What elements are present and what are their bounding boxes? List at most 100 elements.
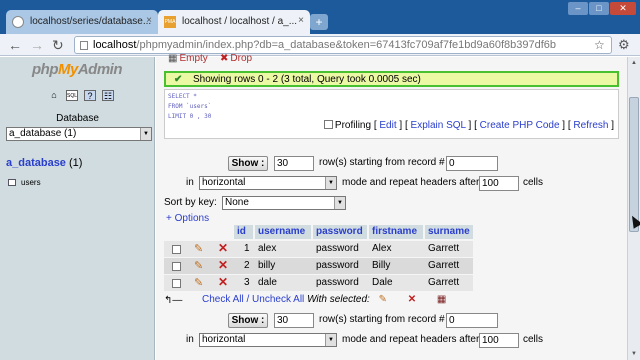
scroll-down-icon[interactable]: ▼ <box>628 348 640 360</box>
cell-surname: Garrett <box>428 277 460 288</box>
table-row[interactable]: ✎ ✕ 1 alex password Alex Garrett <box>164 241 473 257</box>
cells-label-bottom: cells <box>523 334 544 345</box>
drop-table-icon: ✖ <box>220 53 229 64</box>
sql-line: FROM `users` <box>168 103 212 110</box>
current-database[interactable]: a_database (1) <box>6 157 82 169</box>
rows-count-input-bottom[interactable]: 30 <box>274 313 314 328</box>
check-all-link[interactable]: Check All <box>202 294 244 305</box>
row-checkbox[interactable] <box>172 279 181 288</box>
cell-password: password <box>316 277 359 288</box>
export-icon[interactable]: ▦ <box>437 294 446 305</box>
delete-row-icon[interactable]: ✕ <box>218 275 228 289</box>
documentation-icon[interactable]: ☷ <box>102 90 114 101</box>
scrollbar-thumb[interactable] <box>629 97 639 232</box>
edit-query-link[interactable]: Edit <box>379 120 396 131</box>
address-bar[interactable]: localhost/phpmyadmin/index.php?db=a_data… <box>74 36 612 54</box>
table-row[interactable]: ✎ ✕ 3 dale password Dale Garrett <box>164 275 473 291</box>
column-header-firstname[interactable]: firstname <box>369 225 423 239</box>
explain-sql-link[interactable]: Explain SQL <box>411 120 466 131</box>
drop-link[interactable]: ✖ Drop <box>220 53 252 64</box>
column-header-password[interactable]: password <box>313 225 367 239</box>
database-select[interactable]: a_database (1) ▼ <box>6 127 152 141</box>
start-record-input-top[interactable]: 0 <box>446 156 498 171</box>
forward-arrow-icon[interactable]: → <box>30 37 44 53</box>
cell-id: 1 <box>244 243 250 254</box>
browser-tabstrip: localhost/series/database... × PMA local… <box>0 0 640 34</box>
column-header-id[interactable]: id <box>234 225 253 239</box>
phpmyadmin-favicon-icon: PMA <box>164 16 176 28</box>
rows-label-top: row(s) starting from record # <box>319 157 445 168</box>
table-icon[interactable] <box>8 179 16 187</box>
new-tab-button[interactable]: + <box>310 14 328 30</box>
back-arrow-icon[interactable]: ← <box>8 37 22 53</box>
main-content: ▦ Empty ✖ Drop ✔ Showing rows 0 - 2 (3 tot… <box>156 53 627 360</box>
pencil-icon[interactable]: ✎ <box>379 294 387 305</box>
column-header-surname[interactable]: surname <box>425 225 473 239</box>
tab-label: localhost / localhost / a_... <box>182 16 298 27</box>
column-header-username[interactable]: username <box>255 225 311 239</box>
tab-close-icon[interactable]: × <box>298 15 304 26</box>
repeat-headers-input-top[interactable]: 100 <box>479 176 519 191</box>
create-php-code-link[interactable]: Create PHP Code <box>480 120 560 131</box>
pencil-icon[interactable]: ✎ <box>194 259 203 272</box>
show-button-top[interactable]: Show : <box>228 156 268 171</box>
profiling-label: Profiling <box>334 120 372 131</box>
delete-row-icon[interactable]: ✕ <box>218 258 228 272</box>
display-mode-select-top[interactable]: horizontal ▼ <box>199 176 337 190</box>
help-icon[interactable]: ? <box>84 90 96 101</box>
browser-tab-phpmyadmin[interactable]: PMA localhost / localhost / a_... × <box>158 10 310 34</box>
row-checkbox[interactable] <box>172 262 181 271</box>
cell-firstname: Billy <box>372 260 391 271</box>
browser-tab-series[interactable]: localhost/series/database... × <box>6 10 158 34</box>
table-row[interactable]: ✎ ✕ 2 billy password Billy Garrett <box>164 258 473 274</box>
start-record-input-bottom[interactable]: 0 <box>446 313 498 328</box>
sort-by-key-label: Sort by key: <box>164 197 217 208</box>
cell-username: alex <box>258 243 277 254</box>
page-icon <box>80 41 88 50</box>
profiling-checkbox[interactable] <box>323 120 333 129</box>
uncheck-all-link[interactable]: Uncheck All <box>252 294 304 305</box>
reload-icon[interactable]: ↻ <box>52 37 64 53</box>
refresh-link[interactable]: Refresh <box>573 120 608 131</box>
sql-links: Profiling [ Edit ] [ Explain SQL ] [ Cre… <box>323 120 614 131</box>
delete-row-icon[interactable]: ✕ <box>218 241 228 255</box>
wrench-icon[interactable]: ⚙ <box>618 37 630 53</box>
cell-password: password <box>316 260 359 271</box>
red-x-icon[interactable]: ✕ <box>408 294 416 305</box>
mode-label-top: mode and repeat headers after <box>342 177 480 188</box>
phpmyadmin-sidebar: phpMyAdmin ⌂ SQL ? ☷ Database a_database… <box>0 57 155 360</box>
sort-key-select[interactable]: None ▼ <box>222 196 346 210</box>
table-name[interactable]: users <box>21 178 41 187</box>
success-message: ✔ Showing rows 0 - 2 (3 total, Query too… <box>164 71 619 87</box>
tab-close-icon[interactable]: × <box>146 15 152 26</box>
options-link[interactable]: + Options <box>166 213 209 224</box>
window-controls: – □ ✕ <box>568 2 636 15</box>
sql-query-icon[interactable]: SQL <box>66 90 78 101</box>
in-label-bottom: in <box>186 334 194 345</box>
minimize-icon[interactable]: – <box>568 2 588 15</box>
scroll-up-icon[interactable]: ▲ <box>628 57 640 69</box>
url-host: localhost <box>93 39 137 51</box>
browser-toolbar: ← → ↻ localhost/phpmyadmin/index.php?db=… <box>0 34 640 56</box>
pencil-icon[interactable]: ✎ <box>194 276 203 289</box>
sidebar-table-users[interactable]: users <box>8 178 41 187</box>
database-count: (1) <box>69 157 83 169</box>
mode-label-bottom: mode and repeat headers after <box>342 334 480 345</box>
empty-link[interactable]: ▦ Empty <box>168 53 208 64</box>
check-separator: / <box>243 294 253 305</box>
close-window-icon[interactable]: ✕ <box>610 2 636 15</box>
star-icon[interactable]: ☆ <box>594 38 605 52</box>
vertical-scrollbar[interactable]: ▲ ▼ <box>627 57 640 360</box>
row-checkbox[interactable] <box>172 245 181 254</box>
phpmyadmin-logo[interactable]: phpMyAdmin <box>32 61 123 78</box>
repeat-headers-input-bottom[interactable]: 100 <box>479 333 519 348</box>
display-mode-select-bottom[interactable]: horizontal ▼ <box>199 333 337 347</box>
pencil-icon[interactable]: ✎ <box>194 242 203 255</box>
maximize-icon[interactable]: □ <box>589 2 609 15</box>
cell-firstname: Alex <box>372 243 392 254</box>
checkmark-icon: ✔ <box>174 74 183 85</box>
rows-count-input-top[interactable]: 30 <box>274 156 314 171</box>
database-name[interactable]: a_database <box>6 157 66 169</box>
show-button-bottom[interactable]: Show : <box>228 313 268 328</box>
home-icon[interactable]: ⌂ <box>48 90 60 101</box>
